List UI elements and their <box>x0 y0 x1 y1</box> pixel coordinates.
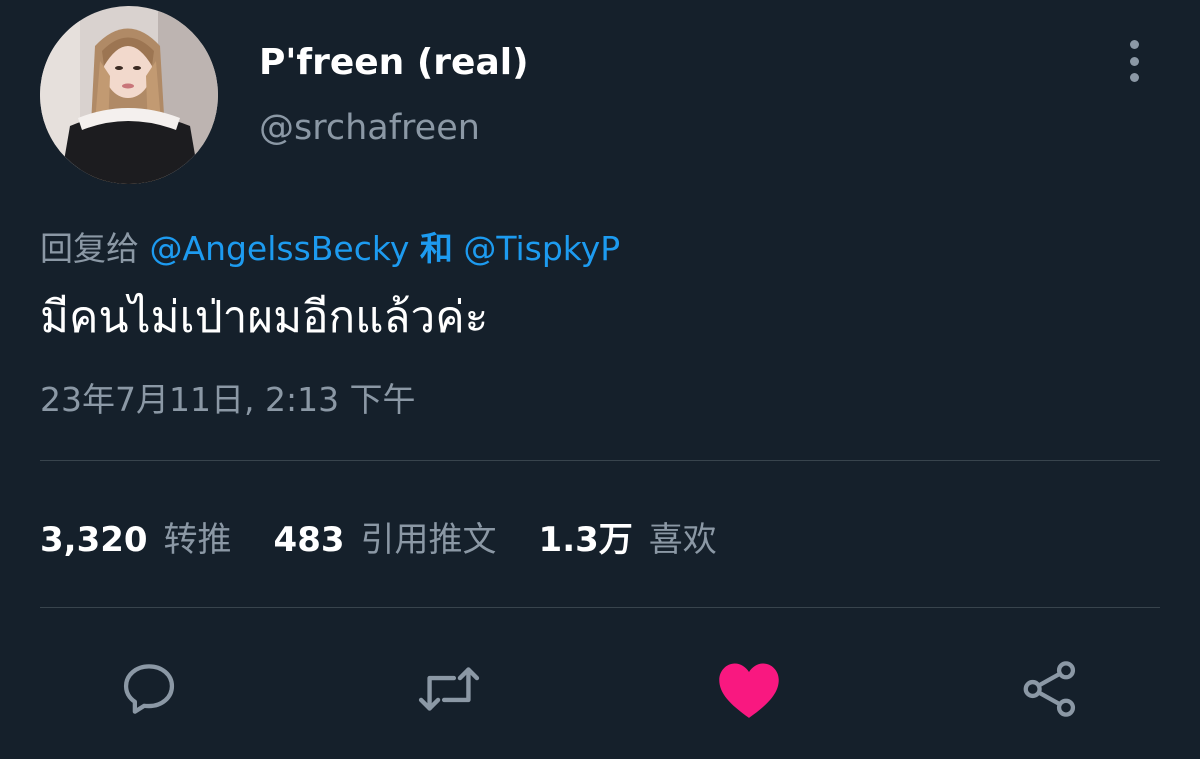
more-options-button[interactable] <box>1114 36 1154 86</box>
more-dot-icon <box>1129 40 1139 49</box>
reply-context: 回复给 @AngelssBecky 和 @TispkyP <box>40 222 620 270</box>
retweet-arrows-icon <box>418 667 480 711</box>
retweets-stat[interactable]: 3,320 转推 <box>40 512 232 561</box>
like-button[interactable] <box>715 655 783 723</box>
reply-button[interactable] <box>115 655 183 723</box>
reply-mention-link[interactable]: @TispkyP <box>463 229 620 268</box>
share-button[interactable] <box>1016 655 1084 723</box>
author-display-name[interactable]: P'freen (real) <box>259 42 529 83</box>
speech-bubble-icon <box>123 664 175 714</box>
retweets-count: 3,320 <box>40 520 148 560</box>
avatar[interactable] <box>40 6 218 184</box>
likes-stat[interactable]: 1.3万 喜欢 <box>539 512 717 561</box>
divider <box>40 460 1160 461</box>
quotes-count: 483 <box>273 520 345 560</box>
retweets-label: 转推 <box>163 520 232 560</box>
reply-joiner: 和 <box>419 229 453 268</box>
tweet-timestamp[interactable]: 23年7月11日, 2:13 下午 <box>40 373 416 421</box>
heart-icon <box>719 663 779 718</box>
tweet-text: มีคนไม่เป่าผมอีกแล้วค่ะ <box>40 292 489 343</box>
likes-label: 喜欢 <box>648 520 717 560</box>
share-nodes-icon <box>1023 661 1076 717</box>
tweet-detail-view: P'freen (real) @srchafreen 回复给 @AngelssB… <box>0 0 1200 759</box>
avatar-image <box>40 6 218 184</box>
retweet-button[interactable] <box>415 655 483 723</box>
more-dot-icon <box>1129 73 1139 82</box>
likes-count: 1.3万 <box>538 520 633 560</box>
quotes-label: 引用推文 <box>360 520 497 560</box>
engagement-stats: 3,320 转推 483 引用推文 1.3万 喜欢 <box>40 512 759 561</box>
quotes-stat[interactable]: 483 引用推文 <box>274 512 497 561</box>
author-handle[interactable]: @srchafreen <box>259 108 480 148</box>
more-dot-icon <box>1129 56 1139 66</box>
reply-mention-link[interactable]: @AngelssBecky <box>150 229 410 268</box>
divider <box>40 607 1160 608</box>
reply-prefix: 回复给 <box>40 229 139 268</box>
